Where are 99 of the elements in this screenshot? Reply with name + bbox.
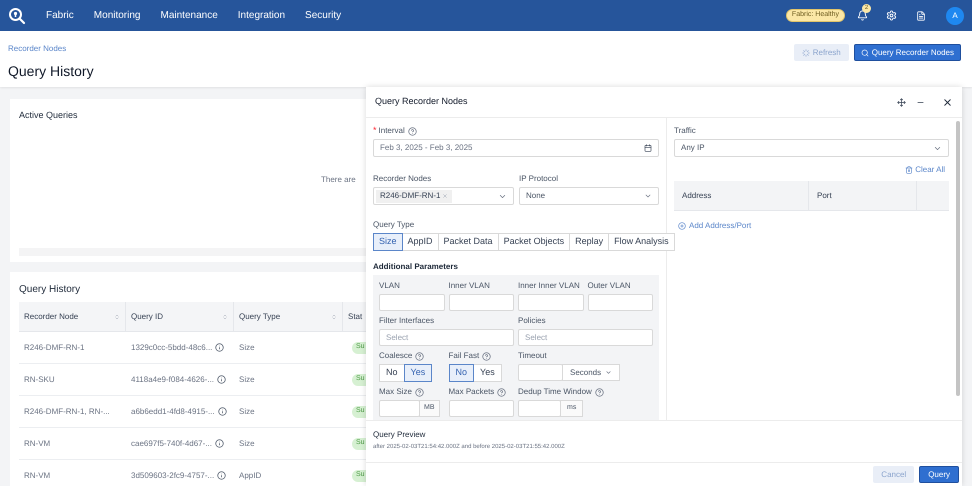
text-input[interactable]: [518, 400, 561, 417]
preview-title: Query Preview: [373, 429, 426, 441]
field-label: Dedup Time Window: [518, 386, 592, 398]
trash-icon: [905, 166, 914, 174]
spinner-icon: [802, 48, 810, 56]
segment-option[interactable]: Packet Data: [438, 233, 499, 251]
move-icon[interactable]: [897, 98, 906, 106]
table-cell-text: AppID: [238, 470, 262, 482]
text-input[interactable]: [379, 400, 420, 417]
table-cell-text: R246-DMF-RN-1: [23, 342, 86, 354]
table-cell-text: RN-VM: [23, 470, 52, 482]
card-title: Active Queries: [19, 109, 78, 122]
segment-option[interactable]: AppID: [402, 233, 439, 251]
table-cell: cae697f5-740f-4d67-...: [131, 438, 212, 450]
field-label: Timeout: [518, 350, 547, 362]
ip-protocol-select[interactable]: None: [519, 187, 659, 205]
add-address-link[interactable]: Add Address/Port: [678, 220, 949, 232]
field-label: Inner Inner VLAN: [518, 280, 580, 292]
traffic-select[interactable]: Any IP: [674, 139, 949, 157]
chevron-down-icon: [644, 192, 652, 200]
nav-link[interactable]: Monitoring: [94, 8, 140, 23]
table-cell: 3d509603-2fc9-4757-...: [131, 470, 214, 482]
clear-all-link[interactable]: Clear All: [905, 164, 945, 176]
selected-tag: R246-DMF-RN-1: [376, 190, 452, 202]
date-range-field[interactable]: Feb 3, 2025 - Feb 3, 2025: [373, 139, 659, 157]
text-input[interactable]: [518, 294, 584, 311]
unit-select[interactable]: Seconds: [562, 364, 620, 381]
table-cell-text: RN-SKU: [23, 374, 56, 386]
table-cell-text: Size: [238, 406, 256, 418]
field-label: Interval: [378, 125, 405, 137]
table-cell: 4118a4e9-f084-4626-...: [131, 374, 214, 386]
segment-option[interactable]: Flow Analysis: [608, 233, 675, 251]
column-header[interactable]: Query ID: [126, 302, 234, 331]
column-header[interactable]: Query Type: [234, 302, 343, 331]
text-input[interactable]: [518, 364, 563, 381]
table-cell-text: R246-DMF-RN-1, RN-...: [23, 406, 111, 418]
section-title: Additional Parameters: [373, 261, 459, 273]
column-header[interactable]: Recorder Node: [19, 302, 126, 331]
text-input[interactable]: [588, 294, 653, 311]
search-icon: [860, 48, 869, 56]
field-label: Query Type: [373, 219, 414, 231]
segment-option[interactable]: Yes: [404, 364, 432, 382]
segment-option[interactable]: Replay: [569, 233, 610, 251]
field-label: Coalesce: [379, 350, 412, 362]
card-title: Query History: [19, 283, 80, 297]
column-header: Port: [809, 181, 917, 210]
user-avatar[interactable]: A: [946, 6, 964, 24]
segment-option[interactable]: No: [379, 364, 405, 382]
segment-option[interactable]: Size: [373, 233, 403, 251]
required-mark: *: [373, 124, 377, 138]
segment-option[interactable]: Packet Objects: [498, 233, 570, 251]
logo-icon: [8, 6, 26, 24]
field-label: Filter Interfaces: [379, 315, 434, 327]
field-label: Max Packets: [448, 386, 494, 398]
info-icon[interactable]: [214, 439, 224, 448]
column-header: Address: [674, 181, 809, 210]
info-icon[interactable]: [217, 471, 226, 480]
segment-option[interactable]: Yes: [473, 364, 502, 382]
nav-link[interactable]: Maintenance: [160, 8, 218, 23]
table-cell: a6b6edd1-4fd8-4915-...: [131, 406, 215, 418]
field-label: VLAN: [379, 280, 400, 292]
table-cell: 1329c0cc-5bdd-48c6...: [131, 342, 212, 354]
calendar-icon: [644, 144, 652, 152]
close-icon[interactable]: [942, 96, 953, 108]
nav-link[interactable]: Security: [305, 8, 342, 23]
field-label: Recorder Nodes: [373, 173, 432, 185]
page-title: Query History: [8, 62, 94, 81]
info-icon[interactable]: [217, 375, 226, 384]
field-label: Policies: [518, 315, 546, 327]
field-label: Outer VLAN: [588, 280, 631, 292]
plus-circle-icon: [678, 222, 686, 230]
table-cell-text: Size: [238, 438, 256, 450]
field-label: Inner VLAN: [448, 280, 490, 292]
text-input[interactable]: [379, 294, 444, 311]
table-cell-text: Size: [238, 342, 256, 354]
text-input[interactable]: [448, 294, 514, 311]
info-icon[interactable]: [218, 407, 227, 416]
info-icon[interactable]: [215, 343, 224, 352]
nav-link[interactable]: Fabric: [46, 8, 74, 23]
query-button[interactable]: Query: [919, 466, 959, 483]
empty-state-text: There are: [321, 174, 356, 186]
table-cell-text: Size: [238, 374, 256, 386]
field-label: Max Size: [379, 386, 412, 398]
field-label: Traffic: [674, 125, 696, 137]
field-label: Fail Fast: [448, 350, 480, 362]
document-icon[interactable]: [916, 10, 926, 20]
table-cell-text: RN-VM: [23, 438, 52, 450]
query-recorder-nodes-button[interactable]: Query Recorder Nodes: [854, 44, 961, 61]
chevron-down-icon: [605, 369, 612, 376]
recorder-nodes-select[interactable]: R246-DMF-RN-1: [373, 187, 514, 205]
nav-link[interactable]: Integration: [238, 8, 286, 23]
scrollbar[interactable]: [956, 121, 960, 396]
notifications-icon[interactable]: [857, 10, 868, 21]
segment-option[interactable]: No: [448, 364, 474, 382]
text-input[interactable]: [448, 400, 514, 417]
dialog-title: Query Recorder Nodes: [375, 95, 468, 108]
breadcrumb-link[interactable]: Recorder Nodes: [8, 43, 94, 55]
field-label: IP Protocol: [519, 173, 558, 185]
settings-icon[interactable]: [886, 10, 897, 21]
